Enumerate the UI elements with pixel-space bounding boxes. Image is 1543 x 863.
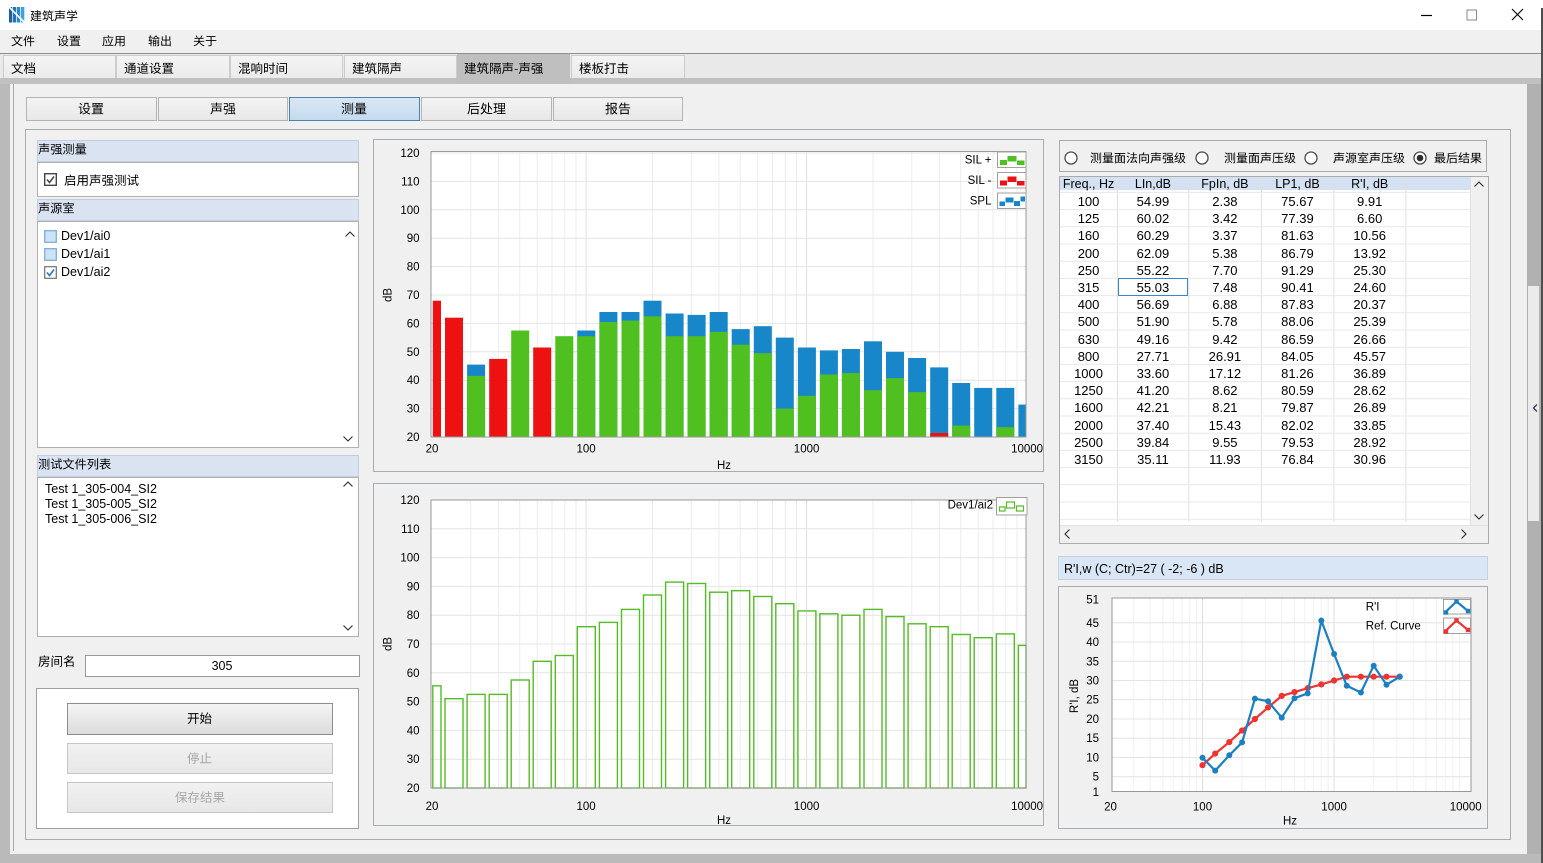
svg-text:110: 110 [401,524,419,536]
svg-text:30: 30 [406,754,419,766]
svg-text:Dev1/ai2: Dev1/ai2 [947,500,992,512]
svg-text:40: 40 [406,375,419,387]
svg-text:100: 100 [400,205,419,217]
svg-text:SPL: SPL [969,196,991,208]
svg-text:120: 120 [400,148,419,160]
svg-text:10000: 10000 [1450,801,1482,813]
svg-text:40: 40 [406,725,419,737]
svg-text:50: 50 [406,347,419,359]
svg-text:R'I: R'I [1366,601,1380,613]
svg-text:20: 20 [425,444,438,456]
svg-text:SIL +: SIL + [964,155,991,167]
svg-text:5: 5 [1093,771,1099,783]
svg-text:90: 90 [406,581,419,593]
svg-text:10: 10 [1086,752,1099,764]
svg-text:30: 30 [1086,675,1099,687]
svg-text:110: 110 [401,176,419,188]
svg-text:40: 40 [1086,637,1099,649]
svg-text:20: 20 [406,432,419,444]
svg-text:35: 35 [1086,656,1099,668]
svg-text:60: 60 [406,318,419,330]
svg-text:100: 100 [576,801,595,813]
svg-text:dB: dB [382,288,394,302]
svg-text:1000: 1000 [793,801,819,813]
svg-text:25: 25 [1086,694,1099,706]
svg-text:10000: 10000 [1011,444,1043,456]
svg-text:100: 100 [400,553,419,565]
svg-text:Ref. Curve: Ref. Curve [1366,620,1421,632]
svg-text:20: 20 [1086,714,1099,726]
svg-text:50: 50 [406,697,419,709]
svg-text:1000: 1000 [1321,801,1347,813]
svg-text:45: 45 [1086,617,1099,629]
svg-text:20: 20 [406,783,419,795]
svg-text:60: 60 [406,668,419,680]
svg-text:100: 100 [576,444,595,456]
svg-text:15: 15 [1086,733,1099,745]
svg-text:90: 90 [406,233,419,245]
svg-text:1: 1 [1093,787,1099,799]
svg-text:SIL -: SIL - [967,175,991,187]
svg-text:R'I, dB: R'I, dB [1069,678,1081,712]
svg-text:Hz: Hz [716,460,730,472]
svg-text:1000: 1000 [793,444,819,456]
svg-text:80: 80 [406,262,419,274]
svg-text:70: 70 [406,639,419,651]
svg-text:120: 120 [400,495,419,507]
svg-text:80: 80 [406,610,419,622]
svg-text:30: 30 [406,404,419,416]
svg-text:dB: dB [382,637,394,651]
svg-text:20: 20 [1104,801,1117,813]
svg-text:100: 100 [1193,801,1212,813]
svg-text:70: 70 [406,290,419,302]
svg-text:Hz: Hz [1283,815,1297,827]
svg-text:Hz: Hz [716,815,730,827]
svg-text:20: 20 [425,801,438,813]
svg-text:10000: 10000 [1011,801,1043,813]
svg-text:51: 51 [1086,594,1099,606]
